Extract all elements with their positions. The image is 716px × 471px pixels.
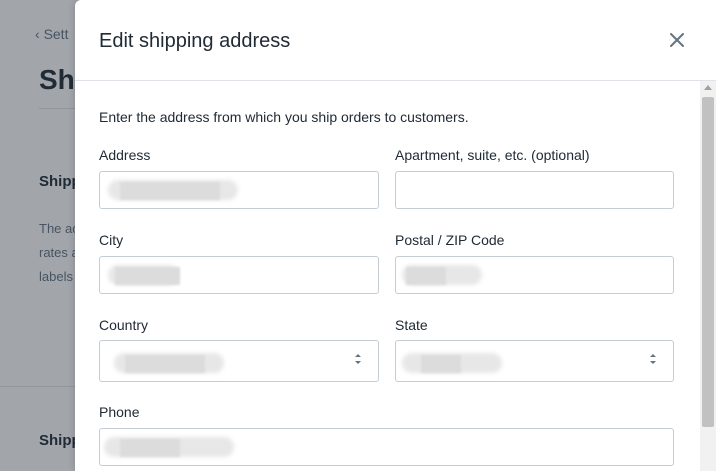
state-select[interactable] [395, 340, 674, 382]
redacted-value [120, 182, 220, 200]
state-label: State [395, 317, 428, 333]
zip-label: Postal / ZIP Code [395, 232, 505, 248]
modal-body: Enter the address from which you ship or… [75, 81, 716, 471]
zip-input[interactable] [395, 256, 674, 294]
country-select[interactable] [99, 340, 379, 382]
close-button[interactable] [665, 28, 689, 52]
phone-label: Phone [99, 404, 140, 420]
close-icon [670, 33, 684, 47]
redacted-value [115, 267, 180, 285]
modal-header: Edit shipping address [75, 0, 716, 81]
select-chevrons-icon [650, 354, 656, 364]
redacted-value [125, 355, 205, 373]
phone-input[interactable] [99, 428, 674, 466]
scroll-up-arrow-icon[interactable] [704, 85, 712, 90]
modal-scrollbar[interactable] [700, 81, 716, 471]
apartment-input[interactable] [395, 171, 674, 209]
edit-shipping-address-modal: Edit shipping address Enter the address … [75, 0, 716, 471]
redacted-value [421, 355, 461, 373]
select-chevrons-icon [355, 354, 361, 364]
city-label: City [99, 232, 124, 248]
apartment-label: Apartment, suite, etc. (optional) [395, 147, 590, 163]
redacted-value [406, 267, 446, 285]
scrollbar-thumb[interactable] [702, 97, 714, 427]
address-input[interactable] [99, 171, 379, 209]
city-input[interactable] [99, 256, 379, 294]
country-label: Country [99, 317, 149, 333]
redacted-value [120, 439, 180, 457]
intro-text: Enter the address from which you ship or… [99, 109, 469, 125]
modal-title: Edit shipping address [99, 30, 291, 52]
address-label: Address [99, 147, 151, 163]
